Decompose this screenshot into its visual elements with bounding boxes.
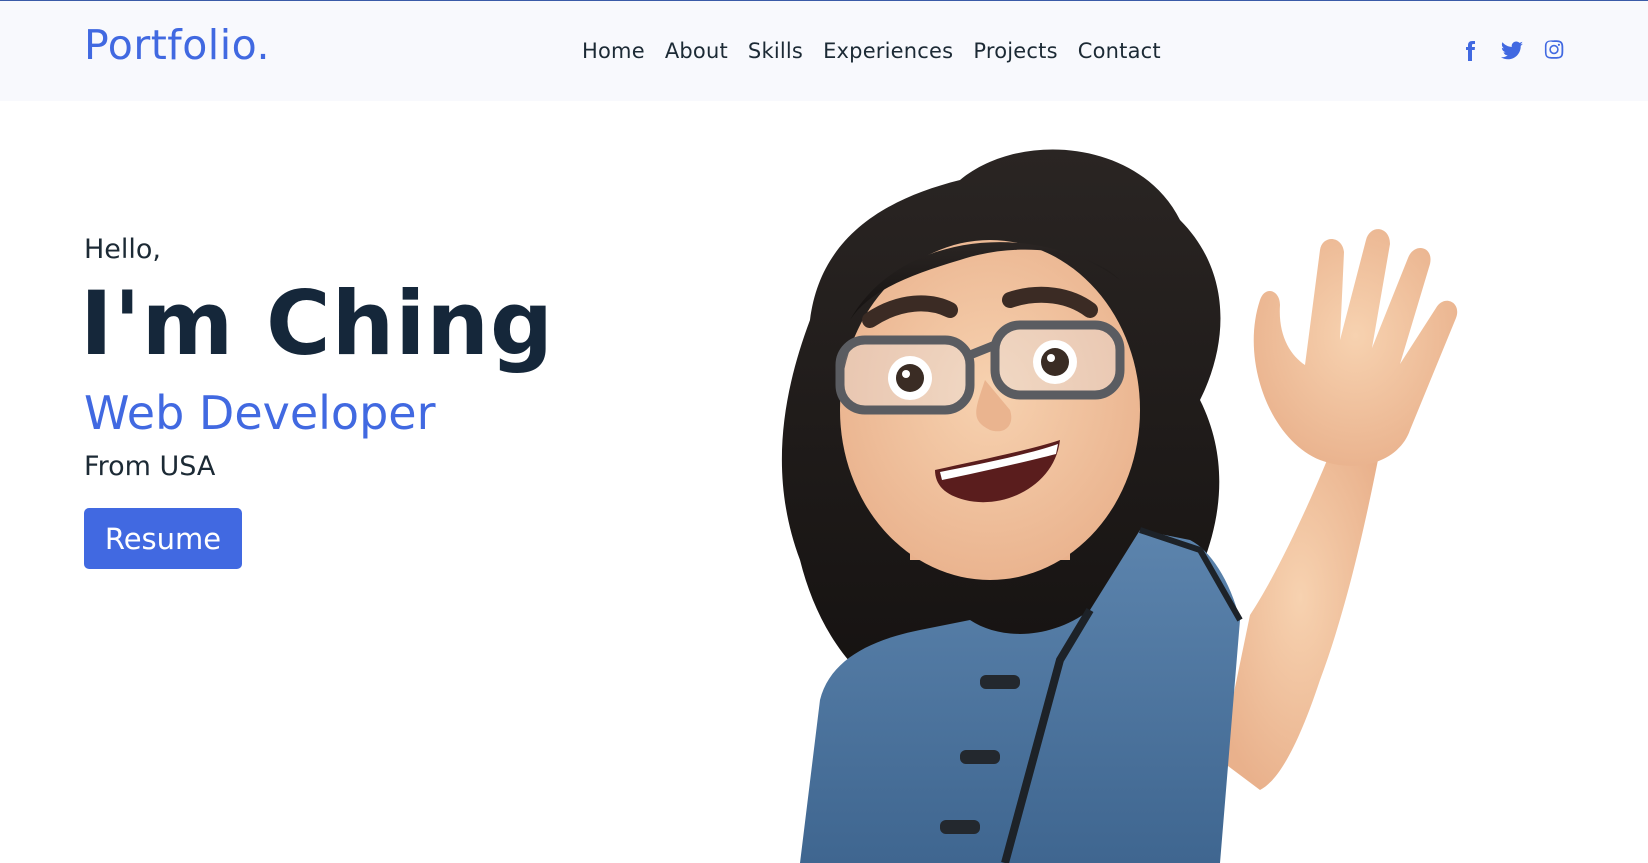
nav-skills-link[interactable]: Skills bbox=[748, 39, 803, 63]
twitter-link[interactable] bbox=[1500, 39, 1524, 63]
nav-contact-link[interactable]: Contact bbox=[1078, 39, 1161, 63]
nav-links: Home About Skills Experiences Projects C… bbox=[582, 41, 1161, 62]
nav-projects-link[interactable]: Projects bbox=[973, 39, 1057, 63]
brand-logo-link[interactable]: Portfolio. bbox=[84, 25, 270, 66]
hero-location: From USA bbox=[84, 451, 216, 482]
memoji-avatar-image bbox=[781, 149, 1458, 863]
instagram-icon bbox=[1544, 40, 1564, 59]
hero-greeting: Hello, bbox=[84, 234, 162, 265]
twitter-icon bbox=[1501, 41, 1523, 60]
hero-role: Web Developer bbox=[84, 386, 436, 440]
facebook-icon bbox=[1466, 41, 1475, 61]
nav-home-link[interactable]: Home bbox=[582, 39, 645, 63]
portfolio-page: Portfolio. Home About Skills Experiences… bbox=[0, 0, 1648, 863]
nav-about-link[interactable]: About bbox=[665, 39, 728, 63]
navbar: Portfolio. Home About Skills Experiences… bbox=[0, 0, 1648, 101]
resume-button[interactable]: Resume bbox=[84, 508, 242, 569]
social-links bbox=[1458, 39, 1566, 63]
instagram-link[interactable] bbox=[1542, 39, 1566, 63]
hero-name: I'm Ching bbox=[80, 272, 555, 375]
facebook-link[interactable] bbox=[1458, 39, 1482, 63]
nav-experiences-link[interactable]: Experiences bbox=[823, 39, 953, 63]
